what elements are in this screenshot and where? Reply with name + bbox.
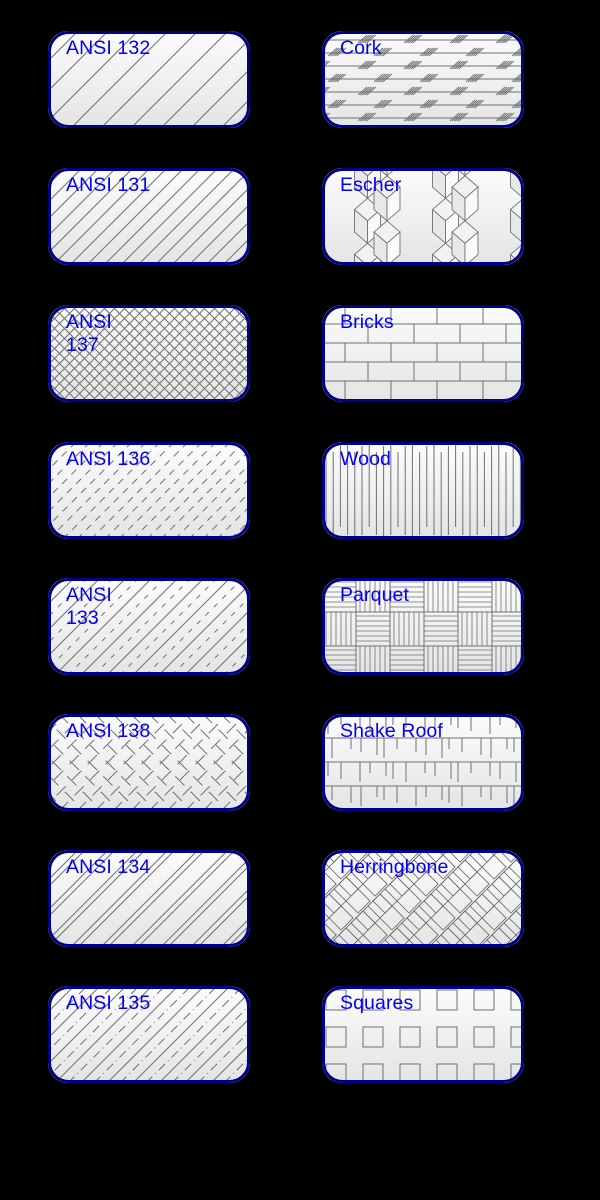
pattern-swatch-squares[interactable]: Squares bbox=[322, 986, 524, 1083]
pattern-swatch-ansi-137[interactable]: ANSI 137 bbox=[48, 305, 250, 402]
swatch-fill bbox=[48, 714, 250, 811]
pattern-swatch-herringbone[interactable]: Herringbone bbox=[322, 850, 524, 947]
pattern-swatch-ansi-136[interactable]: ANSI 136 bbox=[48, 442, 250, 539]
pattern-swatch-ansi-134[interactable]: ANSI 134 bbox=[48, 850, 250, 947]
swatch-fill bbox=[322, 305, 524, 402]
swatch-fill bbox=[322, 168, 524, 265]
pattern-swatch-grid: ANSI 132 Cork ANSI 131 Escher ANSI 137 Bricks… bbox=[0, 0, 600, 1200]
pattern-swatch-shake-roof[interactable]: Shake Roof bbox=[322, 714, 524, 811]
swatch-fill bbox=[48, 986, 250, 1083]
pattern-swatch-bricks[interactable]: Bricks bbox=[322, 305, 524, 402]
pattern-swatch-parquet[interactable]: Parquet bbox=[322, 578, 524, 675]
swatch-fill bbox=[48, 442, 250, 539]
swatch-fill bbox=[48, 168, 250, 265]
swatch-fill bbox=[48, 578, 250, 675]
pattern-swatch-ansi-135[interactable]: ANSI 135 bbox=[48, 986, 250, 1083]
pattern-swatch-ansi-133[interactable]: ANSI 133 bbox=[48, 578, 250, 675]
pattern-swatch-cork[interactable]: Cork bbox=[322, 31, 524, 128]
swatch-fill bbox=[322, 850, 524, 947]
pattern-swatch-ansi-132[interactable]: ANSI 132 bbox=[48, 31, 250, 128]
pattern-swatch-escher[interactable]: Escher bbox=[322, 168, 524, 265]
pattern-swatch-wood[interactable]: Wood bbox=[322, 442, 524, 539]
pattern-swatch-ansi-138[interactable]: ANSI 138 bbox=[48, 714, 250, 811]
swatch-fill bbox=[322, 578, 524, 675]
swatch-fill bbox=[322, 442, 524, 539]
pattern-swatch-ansi-131[interactable]: ANSI 131 bbox=[48, 168, 250, 265]
